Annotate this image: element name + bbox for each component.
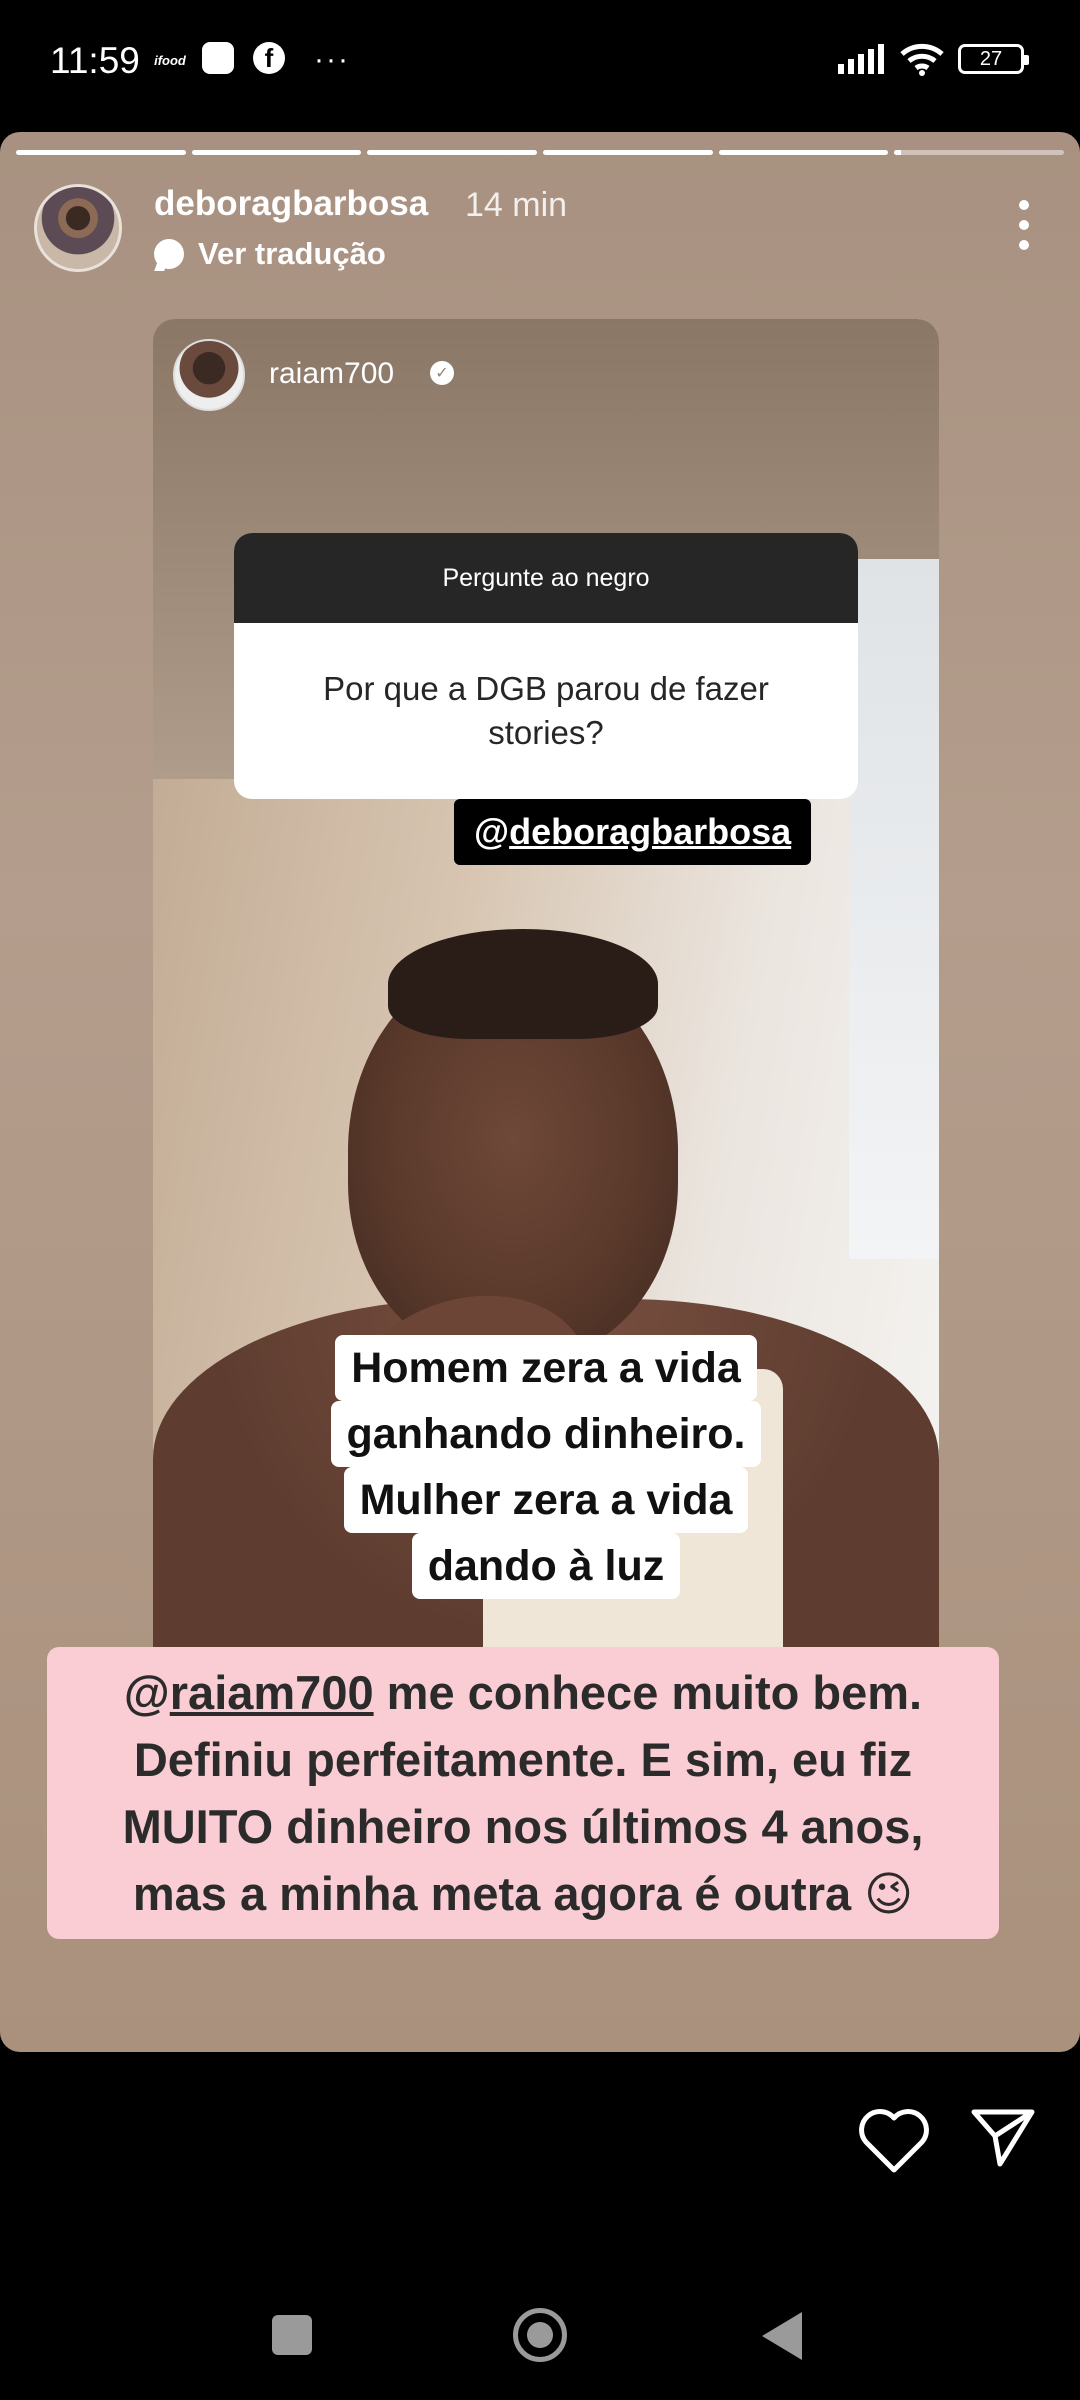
caption-line: ganhando dinheiro. [330,1401,762,1467]
question-sticker: Pergunte ao negro Por que a DGB parou de… [234,533,858,799]
overlay-line: mas a minha meta agora é outra 😉 [132,1867,914,1920]
status-bar: 11:59 ifood f ··· 27 [0,0,1080,130]
progress-segment [367,150,538,155]
battery-icon: 27 [958,44,1029,74]
progress-segment [16,150,186,155]
overlay-line-rest: me conhece muito bem. [373,1666,923,1719]
question-text: Por que a DGB parou de fazer stories? [323,670,769,751]
overlay-line: @raiam700 me conhece muito bem. [65,1659,981,1726]
person-hair [388,929,658,1039]
story-timestamp: 14 min [465,186,568,224]
status-clock: 11:59 [50,40,140,81]
ifood-notification-icon: ifood [154,52,186,68]
avatar[interactable] [34,184,122,272]
story-username[interactable]: deboragbarbosa [154,184,428,224]
video-caption: Homem zera a vida ganhando dinheiro. Mul… [153,1335,939,1599]
more-options-icon[interactable] [1018,200,1030,250]
progress-segment [191,150,362,155]
wifi-icon [900,43,944,76]
reshared-avatar[interactable] [173,339,245,411]
story-progress-bar [16,150,1065,155]
question-title: Pergunte ao negro [234,533,858,623]
overlay-line: Definiu perfeitamente. E sim, eu fiz [133,1733,913,1786]
overlay-mention-at: @ [123,1666,170,1719]
progress-segment [894,150,1065,155]
navigation-bar [0,2280,1080,2400]
overlay-mention[interactable]: raiam700 [170,1666,374,1719]
reshared-username[interactable]: raiam700 [269,357,394,391]
status-right: 27 [838,42,1029,76]
progress-segment [543,150,713,155]
story-text-overlay: @raiam700 me conhece muito bem. Definiu … [47,1647,999,1939]
battery-level: 27 [979,47,1003,70]
overlay-line: MUITO dinheiro nos últimos 4 anos, [122,1800,924,1853]
speech-bubble-icon [154,239,184,269]
back-button[interactable] [762,2312,802,2360]
progress-segment [718,150,889,155]
story-viewer[interactable]: deboragbarbosa 14 min Ver tradução raiam… [0,132,1080,2052]
background-window [849,559,939,1259]
app-notification-icon [202,42,234,74]
translate-button[interactable]: Ver tradução [154,236,386,272]
caption-line: Mulher zera a vida [343,1467,749,1533]
facebook-notification-icon: f [253,42,285,74]
mention-at: @ [474,811,510,852]
home-button[interactable] [513,2308,567,2362]
caption-line: dando à luz [411,1533,681,1599]
caption-line: Homem zera a vida [335,1335,757,1401]
reshared-story[interactable]: raiam700 ✓ Pergunte ao negro Por que a D… [153,319,939,1689]
verified-badge-icon: ✓ [430,361,454,385]
send-icon[interactable] [970,2108,1036,2168]
mention-sticker[interactable]: @ deboragbarbosa [454,799,812,865]
translate-label: Ver tradução [198,236,386,271]
heart-icon[interactable] [858,2108,930,2174]
mention-user: deboragbarbosa [509,811,792,852]
signal-icon [838,44,884,74]
recent-apps-button[interactable] [272,2315,312,2355]
more-notifications-icon: ··· [314,43,350,76]
